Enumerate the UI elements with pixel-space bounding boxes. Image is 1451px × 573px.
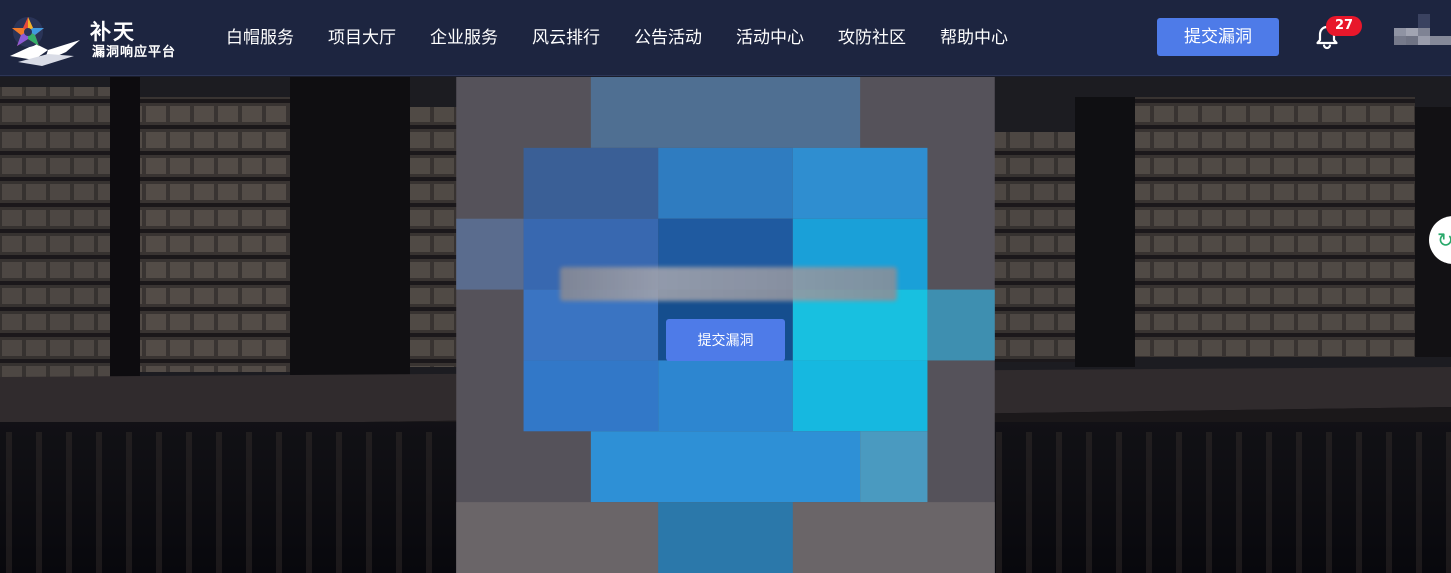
nav-community[interactable]: 攻防社区 (838, 0, 906, 76)
site-logo[interactable]: 补天 漏洞响应平台 (8, 12, 183, 66)
nav-help-center[interactable]: 帮助中心 (940, 0, 1008, 76)
logo-subtitle: 漏洞响应平台 (92, 45, 177, 60)
logo-shield-icon (10, 17, 80, 66)
nav-rankings[interactable]: 风云排行 (532, 0, 600, 76)
logo-title: 补天 (90, 20, 136, 44)
nav-project-hall[interactable]: 项目大厅 (328, 0, 396, 76)
notification-badge: 27 (1326, 16, 1362, 36)
user-avatar[interactable] (1394, 14, 1451, 60)
refresh-icon: ↻ (1437, 228, 1451, 252)
nav-white-hat-services[interactable]: 白帽服务 (226, 0, 294, 76)
nav-announcements[interactable]: 公告活动 (634, 0, 702, 76)
submit-vulnerability-button[interactable]: 提交漏洞 (1157, 18, 1279, 56)
top-navbar: 补天 漏洞响应平台 白帽服务 项目大厅 企业服务 风云排行 公告活动 活动中心 … (0, 0, 1451, 76)
nav-activity-center[interactable]: 活动中心 (736, 0, 804, 76)
hero-banner: 提交漏洞 ↻ (0, 77, 1451, 573)
nav-enterprise-services[interactable]: 企业服务 (430, 0, 498, 76)
hero-submit-vulnerability-button[interactable]: 提交漏洞 (666, 319, 785, 361)
main-nav: 白帽服务 项目大厅 企业服务 风云排行 公告活动 活动中心 攻防社区 帮助中心 (226, 0, 1042, 76)
blurred-username (560, 267, 897, 301)
